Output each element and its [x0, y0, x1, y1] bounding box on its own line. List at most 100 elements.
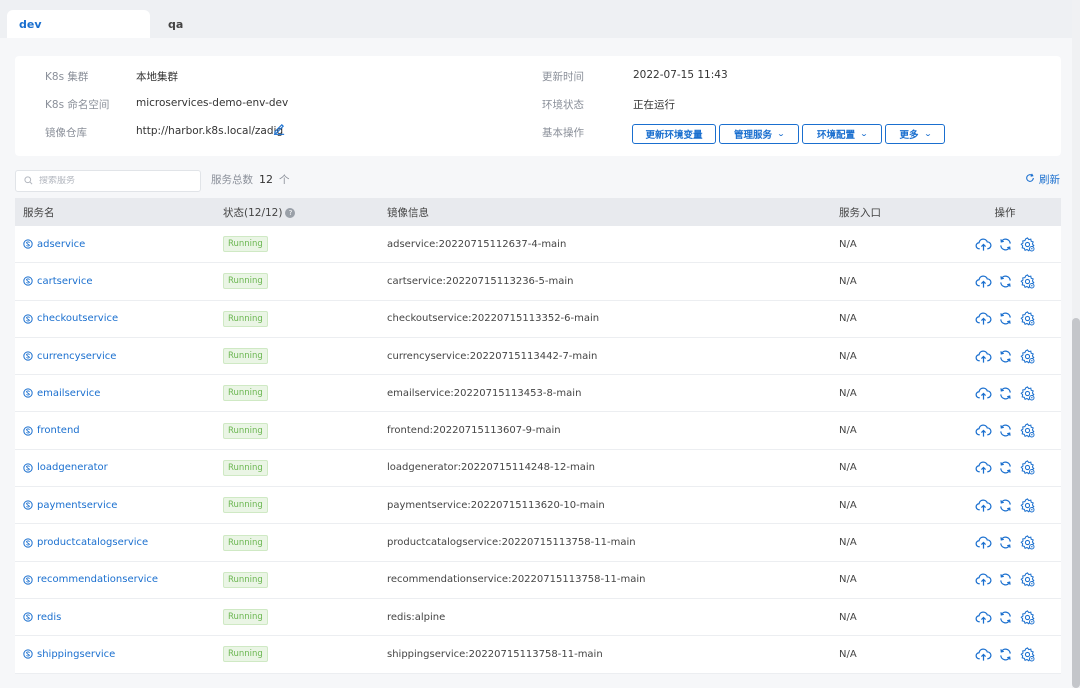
upload-cloud-icon[interactable] — [975, 459, 992, 476]
status-cell: Running — [223, 348, 387, 365]
upload-cloud-icon[interactable] — [975, 534, 992, 551]
upload-cloud-icon[interactable] — [975, 236, 992, 253]
service-name-cell: loadgenerator — [15, 462, 223, 473]
restart-icon[interactable] — [997, 459, 1014, 476]
restart-icon[interactable] — [997, 385, 1014, 402]
service-link[interactable]: recommendationservice — [23, 574, 223, 585]
image-info: currencyservice:20220715113442-7-main — [387, 350, 598, 362]
image-info: emailservice:20220715113453-8-main — [387, 387, 582, 399]
upload-cloud-icon[interactable] — [975, 385, 992, 402]
settings-gear-icon[interactable] — [1019, 609, 1036, 626]
scrollbar-thumb[interactable] — [1072, 318, 1080, 688]
service-entry: N/A — [839, 537, 857, 549]
service-name: loadgenerator — [37, 462, 108, 474]
chevron-down-icon: ⌄ — [859, 130, 869, 138]
table-row: frontend Running frontend:20220715113607… — [15, 412, 1061, 450]
service-icon — [23, 388, 33, 398]
settings-gear-icon[interactable] — [1019, 273, 1036, 290]
upload-cloud-icon[interactable] — [975, 273, 992, 290]
env-config-button[interactable]: 环境配置 ⌄ — [802, 124, 882, 144]
service-link[interactable]: emailservice — [23, 388, 223, 399]
update-env-vars-button[interactable]: 更新环境变量 — [632, 124, 716, 144]
upload-cloud-icon[interactable] — [975, 310, 992, 327]
service-name-cell: currencyservice — [15, 351, 223, 362]
refresh-icon — [1025, 173, 1035, 186]
service-link[interactable]: cartservice — [23, 276, 223, 287]
restart-icon[interactable] — [997, 310, 1014, 327]
service-icon — [23, 537, 33, 548]
cluster-label: K8s 集群 — [45, 71, 89, 83]
service-link[interactable]: shippingservice — [23, 649, 223, 660]
search-input[interactable] — [39, 176, 189, 186]
service-link[interactable]: redis — [23, 612, 223, 623]
tab-qa[interactable]: qa — [156, 10, 256, 38]
service-link[interactable]: productcatalogservice — [23, 537, 223, 548]
status-cell: Running — [223, 646, 387, 663]
service-link[interactable]: frontend — [23, 425, 223, 436]
image-info: adservice:20220715112637-4-main — [387, 238, 567, 250]
settings-gear-icon[interactable] — [1019, 236, 1036, 253]
service-name-cell: emailservice — [15, 388, 223, 399]
service-entry: N/A — [839, 275, 857, 287]
service-link[interactable]: checkoutservice — [23, 313, 223, 324]
restart-icon[interactable] — [997, 534, 1014, 551]
header-name[interactable]: 服务名 — [15, 205, 223, 220]
restart-icon[interactable] — [997, 422, 1014, 439]
row-actions — [949, 422, 1061, 439]
settings-gear-icon[interactable] — [1019, 310, 1036, 327]
upload-cloud-icon[interactable] — [975, 571, 992, 588]
image-info: productcatalogservice:20220715113758-11-… — [387, 537, 636, 549]
service-icon — [23, 575, 33, 585]
restart-icon[interactable] — [997, 646, 1014, 663]
settings-gear-icon[interactable] — [1019, 646, 1036, 663]
service-name: currencyservice — [37, 350, 117, 362]
upload-cloud-icon[interactable] — [975, 609, 992, 626]
status-badge: Running — [223, 459, 268, 476]
service-name: emailservice — [37, 387, 101, 399]
tab-label: dev — [19, 18, 42, 31]
upload-cloud-icon[interactable] — [975, 497, 992, 514]
service-name: adservice — [37, 238, 86, 250]
edit-pencil-icon[interactable] — [273, 122, 286, 138]
service-link[interactable]: loadgenerator — [23, 462, 223, 473]
tab-dev[interactable]: dev — [7, 10, 150, 38]
manage-services-button[interactable]: 管理服务 ⌄ — [719, 124, 799, 144]
table-body: adservice Running adservice:202207151126… — [15, 226, 1061, 674]
service-name-cell: productcatalogservice — [15, 537, 223, 548]
restart-icon[interactable] — [997, 273, 1014, 290]
updated-value: 2022-07-15 11:43 — [633, 69, 728, 81]
settings-gear-icon[interactable] — [1019, 534, 1036, 551]
service-link[interactable]: adservice — [23, 239, 223, 250]
upload-cloud-icon[interactable] — [975, 646, 992, 663]
status-badge: Running — [223, 534, 268, 551]
row-actions — [949, 273, 1061, 290]
service-link[interactable]: paymentservice — [23, 500, 223, 511]
upload-cloud-icon[interactable] — [975, 422, 992, 439]
updated-label: 更新时间 — [542, 71, 584, 83]
row-actions — [949, 571, 1061, 588]
settings-gear-icon[interactable] — [1019, 422, 1036, 439]
settings-gear-icon[interactable] — [1019, 459, 1036, 476]
more-button[interactable]: 更多 ⌄ — [885, 124, 945, 144]
upload-cloud-icon[interactable] — [975, 348, 992, 365]
refresh-button[interactable]: 刷新 — [1025, 172, 1060, 187]
restart-icon[interactable] — [997, 571, 1014, 588]
row-actions — [949, 459, 1061, 476]
help-icon[interactable]: ? — [285, 207, 296, 218]
row-actions — [949, 236, 1061, 253]
table-row: adservice Running adservice:202207151126… — [15, 226, 1061, 264]
restart-icon[interactable] — [997, 609, 1014, 626]
table-row: currencyservice Running currencyservice:… — [15, 337, 1061, 376]
settings-gear-icon[interactable] — [1019, 385, 1036, 402]
settings-gear-icon[interactable] — [1019, 571, 1036, 588]
status-cell: Running — [223, 459, 387, 476]
service-name: recommendationservice — [37, 574, 159, 586]
settings-gear-icon[interactable] — [1019, 348, 1036, 365]
restart-icon[interactable] — [997, 236, 1014, 253]
restart-icon[interactable] — [997, 348, 1014, 365]
service-entry: N/A — [839, 648, 857, 660]
restart-icon[interactable] — [997, 497, 1014, 514]
service-link[interactable]: currencyservice — [23, 351, 223, 362]
settings-gear-icon[interactable] — [1019, 497, 1036, 514]
service-name: paymentservice — [37, 499, 118, 511]
